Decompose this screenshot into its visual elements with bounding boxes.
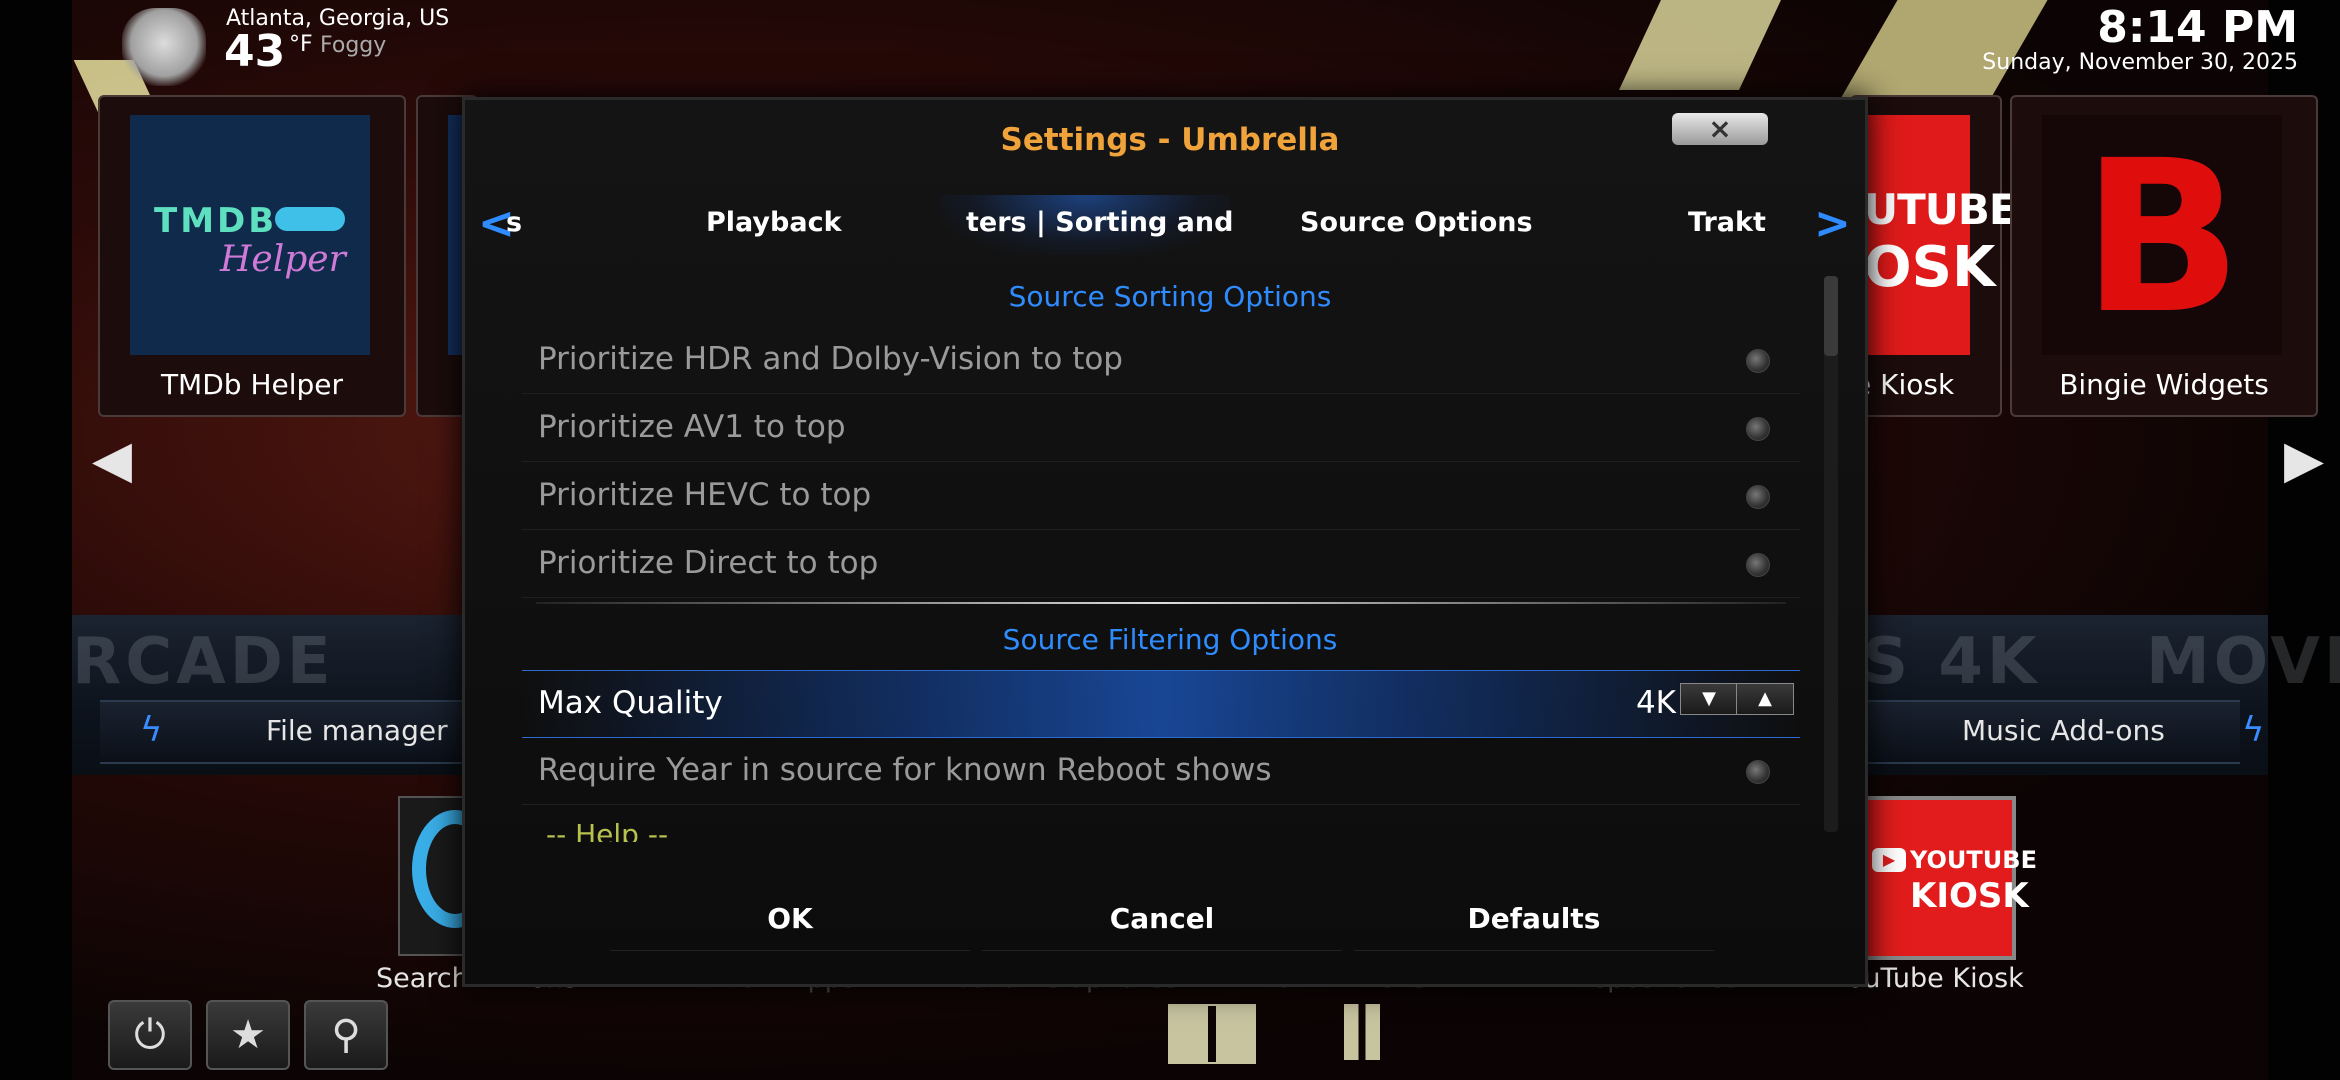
tmdb-logo-pill xyxy=(275,207,345,231)
weather-temperature: 43 xyxy=(224,26,286,77)
search-addons-tile[interactable] xyxy=(398,796,498,956)
setting-row[interactable]: Prioritize HEVC to top xyxy=(522,463,1800,530)
setting-row[interactable]: Require Year in source for known Reboot … xyxy=(522,738,1800,805)
view-list-icon[interactable] xyxy=(1344,1004,1380,1060)
setting-row-selected[interactable]: Max Quality 4K ▼ ▲ xyxy=(522,670,1800,738)
power-icon[interactable]: ⏻ xyxy=(108,1000,192,1070)
weather-unit: °F xyxy=(289,32,313,57)
setting-label: Max Quality xyxy=(538,685,723,721)
defaults-button[interactable]: Defaults xyxy=(1384,902,1684,935)
setting-label: Require Year in source for known Reboot … xyxy=(538,752,1272,788)
button-underline xyxy=(610,950,970,951)
scrollbar-thumb[interactable] xyxy=(1824,276,1838,356)
view-grid-icon[interactable] xyxy=(1168,1004,1256,1064)
section-heading-sorting: Source Sorting Options xyxy=(1008,280,1332,313)
clock-time: 8:14 PM xyxy=(2097,2,2298,53)
section-divider xyxy=(536,602,1786,604)
radio-toggle-icon[interactable] xyxy=(1746,417,1770,441)
youtube-play-icon: ▶ xyxy=(1872,848,1906,872)
close-button[interactable]: × xyxy=(1672,113,1768,145)
youtube-art-text: UTUBE xyxy=(1864,185,2018,234)
setting-label: Prioritize Direct to top xyxy=(538,545,879,581)
ok-button[interactable]: OK xyxy=(640,902,940,935)
tile-label: TMDb Helper xyxy=(160,368,344,401)
section-heading-filtering: Source Filtering Options xyxy=(1002,623,1338,656)
tab-source-options[interactable]: Source Options xyxy=(1300,207,1533,238)
kiosk-tile-text: KIOSK xyxy=(1910,876,2029,916)
tab-next-arrow-icon[interactable]: > xyxy=(1814,198,1851,249)
increment-arrow-icon[interactable]: ▲ xyxy=(1736,683,1794,715)
setting-label: Prioritize HDR and Dolby-Vision to top xyxy=(538,341,1123,377)
tmdb-logo-text: TMDB xyxy=(154,201,278,241)
setting-row[interactable]: Prioritize Direct to top xyxy=(522,531,1800,598)
youtube-kiosk-tile[interactable]: ▶ YOUTUBE KIOSK xyxy=(1858,796,2037,960)
radio-toggle-icon[interactable] xyxy=(1746,349,1770,373)
settings-scrollbar[interactable] xyxy=(1824,276,1838,832)
menu-music-addons[interactable]: Music Add-ons xyxy=(1962,714,2165,747)
weather-condition: Foggy xyxy=(320,33,387,58)
light-beam xyxy=(1619,0,1781,90)
decrement-arrow-icon[interactable]: ▼ xyxy=(1680,683,1738,715)
tab-trakt[interactable]: Trakt xyxy=(1688,207,1766,238)
setting-label: Prioritize HEVC to top xyxy=(538,477,872,513)
tab-filters-sorting[interactable]: ters | Sorting and xyxy=(966,207,1233,238)
cancel-button[interactable]: Cancel xyxy=(1012,902,1312,935)
setting-label: Prioritize AV1 to top xyxy=(538,409,846,445)
fog-weather-icon xyxy=(122,8,206,86)
radio-toggle-icon[interactable] xyxy=(1746,485,1770,509)
tab-playback[interactable]: Playback xyxy=(706,207,842,238)
scroll-right-arrow-icon[interactable]: ▶ xyxy=(2284,430,2324,490)
clock-date: Sunday, November 30, 2025 xyxy=(1982,50,2298,75)
help-item[interactable]: -- Help -- xyxy=(546,818,668,842)
tab-previous-partial[interactable]: s xyxy=(506,207,522,238)
bolt-icon: ϟ xyxy=(140,710,163,750)
setting-row[interactable]: Prioritize AV1 to top xyxy=(522,395,1800,462)
dialog-title: Settings - Umbrella xyxy=(1000,122,1340,158)
menu-file-manager[interactable]: File manager xyxy=(266,714,448,747)
radio-toggle-icon[interactable] xyxy=(1746,760,1770,784)
star-icon[interactable]: ★ xyxy=(206,1000,290,1070)
search-icon[interactable]: ⚲ xyxy=(304,1000,388,1070)
left-edge xyxy=(0,0,72,1080)
youtube-tile-text: YOUTUBE xyxy=(1910,846,2037,874)
setting-value: 4K xyxy=(1635,685,1676,721)
radio-toggle-icon[interactable] xyxy=(1746,553,1770,577)
bolt-icon: ϟ xyxy=(2242,710,2265,750)
scroll-left-arrow-icon[interactable]: ◀ xyxy=(92,430,132,490)
tile-label: Bingie Widgets xyxy=(2059,368,2269,401)
button-underline xyxy=(1354,950,1714,951)
setting-row[interactable]: Prioritize HDR and Dolby-Vision to top xyxy=(522,327,1800,394)
tile-label: e Kiosk xyxy=(1854,368,1955,401)
helper-script-text: Helper xyxy=(220,239,346,280)
button-underline xyxy=(982,950,1342,951)
